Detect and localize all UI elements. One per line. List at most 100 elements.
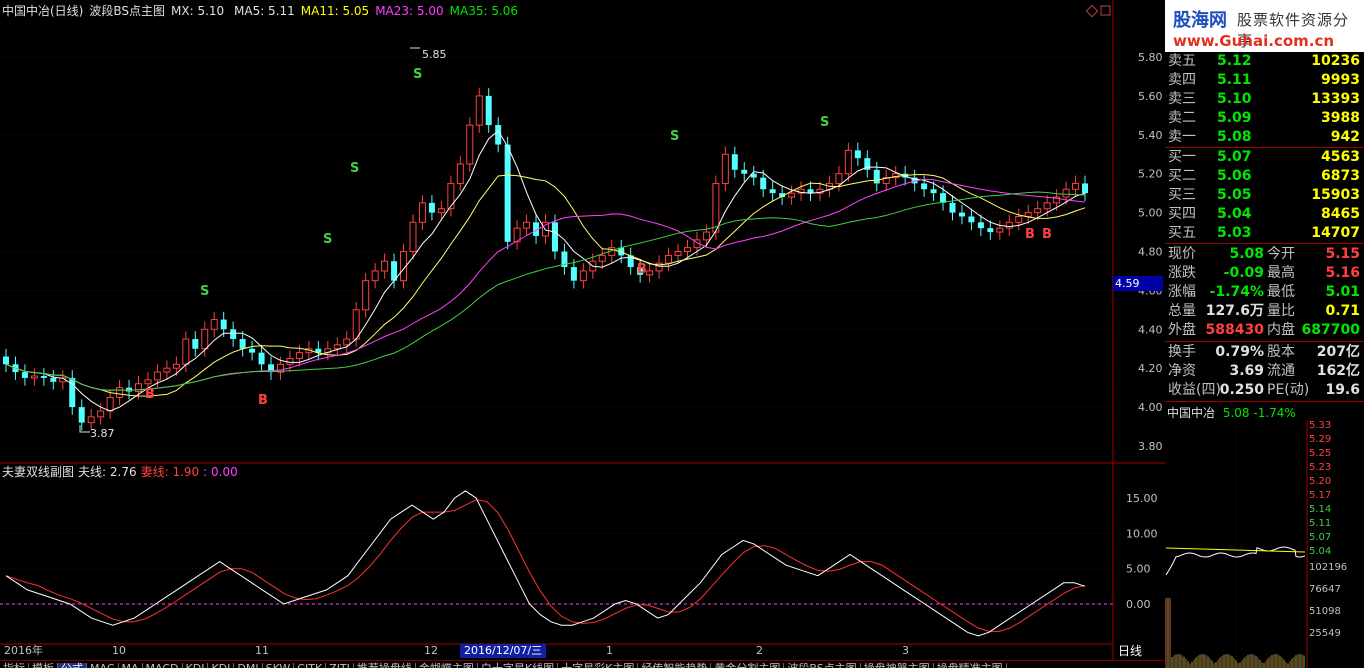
candle-body-up xyxy=(996,227,1004,233)
period-tab-daily[interactable]: 日线 xyxy=(1118,644,1142,658)
mx-value: MX: 5.10 xyxy=(171,4,225,18)
price-tick: 4.20 xyxy=(1138,362,1163,375)
sub-tick: 5.00 xyxy=(1126,563,1151,576)
stat-label: 净资 xyxy=(1168,363,1196,379)
indicator-tab[interactable]: 白十字星K线图 xyxy=(478,663,559,668)
stat-value: 162亿 xyxy=(1316,363,1360,379)
sell-signal: S xyxy=(323,232,332,247)
price-tick: 3.80 xyxy=(1138,440,1163,453)
sub-axis: 15.00 10.00 5.00 0.00 xyxy=(1126,492,1158,611)
sell-signal: S xyxy=(350,161,359,176)
order-book-row[interactable]: 买二 5.06 6873 xyxy=(1165,167,1364,186)
order-book-row[interactable]: 买一 5.07 4563 xyxy=(1165,148,1364,167)
book-price: 5.11 xyxy=(1217,72,1252,88)
buy-signal: B xyxy=(258,393,268,408)
sub-header: 夫妻双线副图 夫线: 2.76 妻线: 1.90: 0.00 xyxy=(2,464,242,480)
book-price: 5.10 xyxy=(1217,91,1252,107)
intraday-chart[interactable]: 5.33 5.29 5.25 5.23 5.20 5.17 5.14 5.11 5.07 5.04… xyxy=(1165,420,1364,668)
order-book-row[interactable]: 卖四 5.11 9993 xyxy=(1165,71,1364,90)
stat-label: 内盘 xyxy=(1267,322,1295,338)
mini-quote: 5.08 -1.74% xyxy=(1222,406,1296,420)
indicator-tab[interactable]: MA xyxy=(119,663,143,668)
indicator-tab[interactable]: 金蝴蝶主图 xyxy=(416,663,478,668)
husband-value: 夫线: 2.76 xyxy=(78,465,137,479)
indicator-tab[interactable]: ZJTJ xyxy=(326,663,354,668)
order-book-row[interactable]: 卖三 5.10 13393 xyxy=(1165,90,1364,109)
stat-label: 收益(四) xyxy=(1168,382,1221,398)
indicator-tab[interactable]: 黄金分割主图 xyxy=(711,663,785,668)
order-book-row[interactable]: 买四 5.04 8465 xyxy=(1165,205,1364,224)
indicator-tab[interactable]: 指标 xyxy=(0,663,29,668)
order-book-row[interactable]: 买三 5.05 15903 xyxy=(1165,186,1364,205)
indicator-tab[interactable]: 公式 xyxy=(58,663,87,668)
candle-body-up xyxy=(712,182,720,233)
candle-body-up xyxy=(646,270,654,276)
order-book-row[interactable]: 卖二 5.09 3988 xyxy=(1165,109,1364,128)
logo-main: 股海网 xyxy=(1173,10,1227,31)
kline-chart[interactable]: 5.805.605.405.205.004.804.604.404.204.00… xyxy=(0,0,1165,660)
indicator-tab[interactable]: 波段BS点主图 xyxy=(784,663,861,668)
candle-body-up xyxy=(1005,221,1013,229)
order-book-row[interactable]: 卖一 5.08 942 xyxy=(1165,128,1364,147)
indicator-name: 波段BS点主图 xyxy=(89,4,166,18)
candle-body-down xyxy=(485,95,492,126)
order-book-row[interactable]: 卖五 5.12 10236 xyxy=(1165,52,1364,71)
sub-title: 夫妻双线副图 xyxy=(2,465,75,479)
stat-value: 5.01 xyxy=(1325,284,1360,300)
stat-value: -0.09 xyxy=(1223,265,1264,281)
book-price: 5.06 xyxy=(1217,168,1252,184)
xaxis-label-10: 10 xyxy=(112,644,126,657)
stat-row: 外盘 588430 内盘 687700 xyxy=(1165,321,1364,340)
candle-body-down xyxy=(921,183,928,190)
indicator-tab[interactable]: MACD xyxy=(143,663,183,668)
candle-body-down xyxy=(854,150,861,159)
price-tick: 5.20 xyxy=(1138,168,1163,181)
stat-value: 19.6 xyxy=(1325,382,1360,398)
stat-row: 换手 0.79% 股本 207亿 xyxy=(1165,343,1364,362)
book-label: 买二 xyxy=(1168,168,1196,184)
candle-body-up xyxy=(835,173,843,184)
price-tick: 5.00 xyxy=(1138,207,1163,220)
indicator-tab[interactable]: 操盘精准主图 xyxy=(934,663,1007,668)
xaxis-label-12: 12 xyxy=(424,644,438,657)
book-label: 买四 xyxy=(1168,206,1196,222)
couple-lines xyxy=(5,490,1086,637)
order-book-row[interactable]: 买五 5.03 14707 xyxy=(1165,224,1364,243)
indicator-tab[interactable]: CJTK xyxy=(294,663,327,668)
stat-label: 最高 xyxy=(1267,265,1295,281)
candle-body-up xyxy=(333,344,341,350)
book-volume: 6873 xyxy=(1321,168,1360,184)
candle-body-down xyxy=(731,154,738,170)
candle-body-up xyxy=(1062,188,1070,198)
candle-body-down xyxy=(741,169,748,174)
book-volume: 9993 xyxy=(1321,72,1360,88)
mini-chart-title: 中国中冶 5.08 -1.74% xyxy=(1167,404,1296,421)
indicator-tab[interactable]: KDJ xyxy=(208,663,235,668)
indicator-tab[interactable]: 模板 xyxy=(29,663,58,668)
stat-value: 5.15 xyxy=(1325,246,1360,262)
price-tick: 4.80 xyxy=(1138,246,1163,259)
indicator-tab[interactable]: 十字星彩K主图 xyxy=(558,663,639,668)
indicator-tab[interactable]: SKW xyxy=(263,663,295,668)
indicator-tab[interactable]: DMI xyxy=(234,663,263,668)
mini-price-tick: 5.17 xyxy=(1309,490,1331,501)
indicator-tab[interactable]: KDJ xyxy=(183,663,209,668)
stat-value: 687700 xyxy=(1301,322,1360,338)
indicator-tab[interactable]: 操盘神器主图 xyxy=(861,663,934,668)
mini-price-tick: 5.20 xyxy=(1309,476,1331,487)
stats-divider-2 xyxy=(1165,341,1364,342)
candle-body-down xyxy=(504,144,511,242)
ma5-value: MA5: 5.11 xyxy=(234,4,295,18)
candle-body-down xyxy=(940,193,947,203)
stat-value: 5.08 xyxy=(1229,246,1264,262)
indicator-tab[interactable]: MAC xyxy=(87,663,119,668)
mini-volume-tick: 76647 xyxy=(1309,584,1341,595)
buy-signal: B xyxy=(1042,227,1052,242)
indicator-tab[interactable]: 经传智能趋势 xyxy=(638,663,712,668)
stat-value: -1.74% xyxy=(1209,284,1264,300)
mini-price-tick: 5.14 xyxy=(1309,504,1331,515)
buy-signal: B xyxy=(1025,227,1035,242)
indicator-tabs: 指标模板公式MACMAMACDKDJKDJDMISKWCJTKZJTJ推荐操盘线… xyxy=(0,660,1165,668)
indicator-tab[interactable]: 推荐操盘线 xyxy=(354,663,416,668)
current-price-tag: 4.59 xyxy=(1113,276,1163,291)
